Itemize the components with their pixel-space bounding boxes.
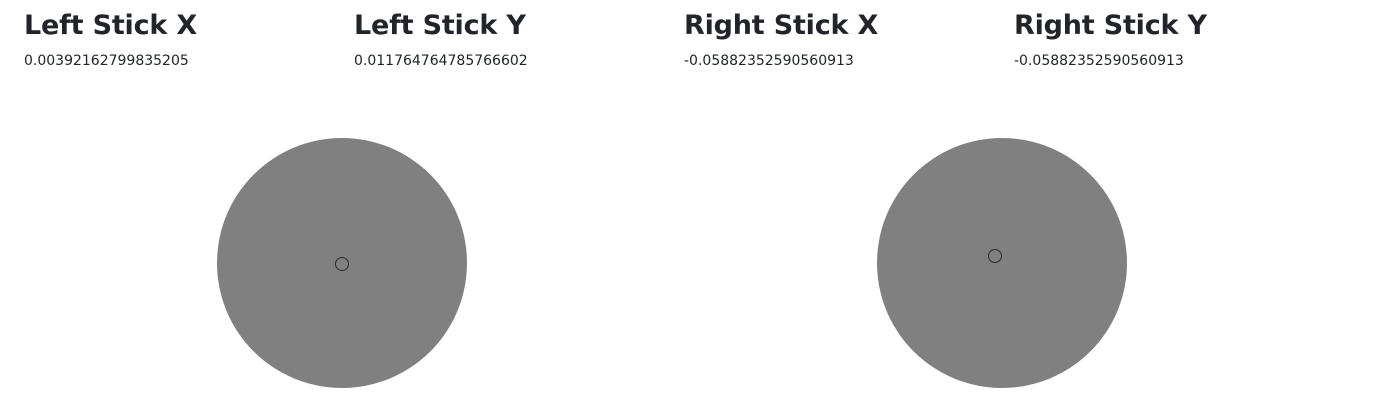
right-stick-x-panel: Right Stick X -0.05882352590560913 bbox=[684, 8, 1004, 70]
left-stick-visualizer bbox=[217, 138, 467, 388]
left-stick-y-panel: Left Stick Y 0.011764764785766602 bbox=[354, 8, 674, 70]
right-stick-x-title: Right Stick X bbox=[684, 10, 879, 41]
right-stick-y-title: Right Stick Y bbox=[1014, 10, 1207, 41]
left-stick-x-panel: Left Stick X 0.00392162799835205 bbox=[24, 8, 344, 70]
right-stick-x-value: -0.05882352590560913 bbox=[684, 53, 854, 69]
right-stick-y-value: -0.05882352590560913 bbox=[1014, 53, 1184, 69]
right-stick-visualizer bbox=[877, 138, 1127, 388]
left-stick-y-title: Left Stick Y bbox=[354, 10, 526, 41]
left-stick-x-value: 0.00392162799835205 bbox=[24, 53, 189, 69]
right-stick-y-panel: Right Stick Y -0.05882352590560913 bbox=[1014, 8, 1334, 70]
left-stick-y-value: 0.011764764785766602 bbox=[354, 53, 528, 69]
left-stick-x-title: Left Stick X bbox=[24, 10, 197, 41]
right-stick-position-icon bbox=[987, 248, 1002, 263]
left-stick-position-icon bbox=[335, 257, 350, 272]
